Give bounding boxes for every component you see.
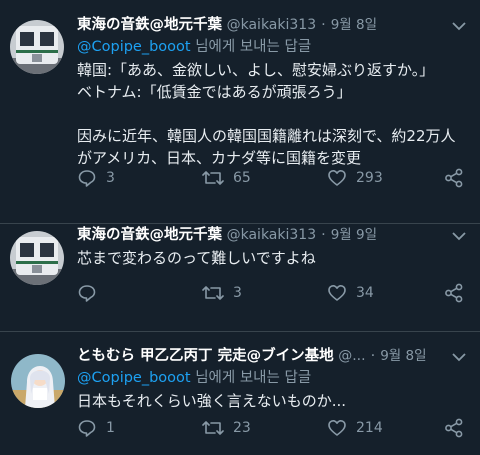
mention-link[interactable]: @Copipe_booot — [77, 39, 191, 55]
retweet-icon — [202, 171, 224, 185]
replying-to: @Copipe_booot 님에게 보내는 답글 — [77, 36, 470, 58]
share-button[interactable] — [444, 166, 464, 190]
like-count: 214 — [356, 420, 383, 436]
chevron-down-icon — [452, 353, 466, 362]
reply-button[interactable]: 3 — [77, 166, 115, 190]
user-handle[interactable]: @... — [338, 348, 365, 364]
avatar[interactable] — [11, 354, 65, 408]
tweet[interactable]: ともむら 甲乙乙丙丁 完走@ブイン基地 @... · 9월 8일 @Copipe_b… — [0, 332, 480, 455]
share-icon — [445, 418, 463, 438]
train-avatar-icon — [10, 231, 64, 285]
anime-girl-avatar-icon — [11, 354, 65, 408]
like-button[interactable]: 34 — [327, 281, 374, 305]
reply-count: 1 — [106, 420, 115, 436]
reply-icon — [78, 285, 96, 302]
like-count: 293 — [356, 170, 383, 186]
more-menu-button[interactable] — [452, 347, 466, 366]
reply-count: 3 — [106, 170, 115, 186]
chevron-down-icon — [452, 232, 466, 241]
separator: · — [370, 348, 376, 364]
reply-suffix: 님에게 보내는 답글 — [190, 39, 312, 55]
retweet-icon — [202, 421, 224, 435]
reply-icon — [78, 420, 96, 437]
train-avatar-icon — [10, 20, 64, 74]
share-button[interactable] — [444, 281, 464, 305]
tweet-text: 芯まで変わるのって難しいですよね — [77, 249, 316, 267]
tweet-text: 韓国:「ああ、金欲しい、よし、慰安婦ぶり返すか。」 ベトナム:「低賃金ではあるが… — [77, 61, 456, 167]
timestamp[interactable]: 9월 8일 — [331, 17, 377, 33]
chevron-down-icon — [452, 22, 466, 31]
tweet[interactable]: 東海の音鉄@地元千葉 @kaikaki313 · 9월 8일 @Copipe_boo… — [0, 0, 480, 224]
retweet-icon — [202, 286, 224, 300]
heart-icon — [328, 420, 346, 436]
display-name[interactable]: ともむら 甲乙乙丙丁 完走@ブイン基地 — [77, 348, 334, 364]
replying-to: @Copipe_booot 님에게 보내는 답글 — [77, 367, 470, 389]
retweet-button[interactable]: 23 — [202, 416, 251, 440]
tweet-header: 東海の音鉄@地元千葉 @kaikaki313 · 9월 8일 — [77, 14, 470, 36]
tweet-text: 日本もそれくらい強く言えないものか... — [77, 392, 347, 410]
share-button[interactable] — [444, 416, 464, 440]
share-icon — [445, 283, 463, 303]
user-handle[interactable]: @kaikaki313 — [227, 227, 317, 243]
reply-button[interactable]: 1 — [77, 416, 115, 440]
heart-icon — [328, 285, 346, 301]
user-handle[interactable]: @kaikaki313 — [227, 17, 317, 33]
more-menu-button[interactable] — [452, 226, 466, 245]
avatar[interactable] — [10, 231, 64, 285]
retweet-button[interactable]: 65 — [202, 166, 251, 190]
tweet-header: ともむら 甲乙乙丙丁 完走@ブイン基地 @... · 9월 8일 — [77, 345, 470, 367]
tweet[interactable]: 東海の音鉄@地元千葉 @kaikaki313 · 9월 9일 芯まで変わるのって難し… — [0, 224, 480, 332]
timestamp[interactable]: 9월 9일 — [331, 227, 377, 243]
mention-link[interactable]: @Copipe_booot — [77, 370, 191, 386]
reply-icon — [78, 170, 96, 187]
retweet-count: 3 — [233, 285, 242, 301]
display-name[interactable]: 東海の音鉄@地元千葉 — [77, 227, 222, 243]
tweet-header: 東海の音鉄@地元千葉 @kaikaki313 · 9월 9일 — [77, 224, 470, 246]
separator: · — [321, 17, 326, 33]
tweet-actions: 3 34 — [77, 281, 470, 305]
like-button[interactable]: 293 — [327, 166, 383, 190]
avatar[interactable] — [10, 20, 64, 74]
retweet-button[interactable]: 3 — [202, 281, 242, 305]
display-name[interactable]: 東海の音鉄@地元千葉 — [77, 17, 222, 33]
more-menu-button[interactable] — [452, 16, 466, 35]
tweet-actions: 1 23 214 — [77, 416, 470, 440]
reply-suffix: 님에게 보내는 답글 — [190, 370, 312, 386]
like-button[interactable]: 214 — [327, 416, 383, 440]
tweet-actions: 3 65 293 — [77, 166, 470, 190]
separator: · — [321, 227, 326, 243]
timestamp[interactable]: 9월 8일 — [380, 348, 426, 364]
retweet-count: 65 — [233, 170, 251, 186]
share-icon — [445, 168, 463, 188]
reply-button[interactable] — [77, 281, 106, 305]
retweet-count: 23 — [233, 420, 251, 436]
like-count: 34 — [356, 285, 374, 301]
heart-icon — [328, 170, 346, 186]
